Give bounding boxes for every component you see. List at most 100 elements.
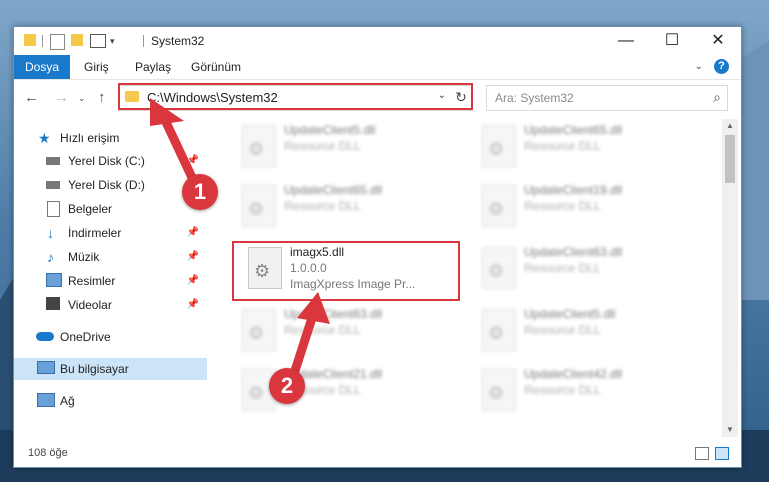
- sidebar-item-label: Belgeler: [68, 202, 113, 216]
- sidebar-item-this-pc[interactable]: Bu bilgisayar: [14, 358, 207, 380]
- sidebar-item-local-disk-d[interactable]: Yerel Disk (D:): [14, 174, 207, 196]
- file-item[interactable]: ⚙ UpdateClient63.dll Resource DLL: [470, 241, 680, 293]
- gear-icon: ⚙: [488, 139, 505, 159]
- help-button[interactable]: ?: [714, 59, 729, 74]
- gear-icon: ⚙: [248, 139, 265, 159]
- sidebar-item-local-disk-c[interactable]: Yerel Disk (C:) 📌: [14, 150, 207, 172]
- properties-icon[interactable]: [50, 34, 65, 50]
- film-icon: [46, 297, 60, 310]
- sidebar-item-label: Hızlı erişim: [60, 131, 120, 145]
- network-icon: [37, 393, 55, 407]
- file-name: UpdateClient65.dll: [524, 123, 623, 137]
- file-name: UpdateClient65.dll: [284, 183, 383, 197]
- file-name: UpdateClient42.dll: [524, 367, 623, 381]
- search-icon[interactable]: ⌕: [713, 89, 721, 106]
- pin-icon[interactable]: 📌: [187, 251, 199, 262]
- sidebar-item-label: Yerel Disk (D:): [68, 178, 145, 192]
- scroll-down-icon[interactable]: ▼: [722, 423, 738, 437]
- list-view-icon[interactable]: [90, 34, 106, 48]
- search-placeholder: Ara: System32: [495, 91, 574, 105]
- file-explorer-window: ▾ System32 — ☐ ✕ Dosya Giriş Paylaş Görü…: [13, 26, 742, 468]
- large-icons-view-icon[interactable]: [715, 447, 729, 460]
- file-item[interactable]: ⚙ UpdateClient63.dll Resource DLL: [230, 303, 440, 355]
- customize-toolbar-chevron-icon[interactable]: ▾: [110, 36, 115, 47]
- pin-icon[interactable]: 📌: [187, 227, 199, 238]
- file-item[interactable]: ⚙ UpdateClient42.dll Resource DLL: [470, 363, 680, 415]
- scroll-thumb[interactable]: [725, 135, 735, 183]
- file-item[interactable]: ⚙ UpdateClient21.dll Resource DLL: [230, 363, 440, 415]
- pin-icon[interactable]: 📌: [187, 299, 199, 310]
- sidebar-item-network[interactable]: Ağ: [14, 390, 207, 412]
- vertical-scrollbar[interactable]: ▲ ▼: [722, 119, 738, 437]
- gear-icon: ⚙: [488, 261, 505, 281]
- pictures-icon: [46, 273, 62, 287]
- address-highlight-box: [118, 83, 473, 110]
- close-button[interactable]: ✕: [695, 27, 741, 55]
- navigation-pane: ★ Hızlı erişim Yerel Disk (C:) 📌 Yerel D…: [14, 119, 207, 437]
- file-name: UpdateClient19.dll: [524, 183, 623, 197]
- gear-icon: ⚙: [248, 323, 265, 343]
- title-bar: ▾ System32 — ☐ ✕: [14, 27, 741, 55]
- star-icon: ★: [38, 130, 51, 146]
- pin-icon[interactable]: 📌: [187, 155, 199, 166]
- sidebar-item-label: Müzik: [68, 250, 100, 264]
- file-name: UpdateClient63.dll: [524, 245, 623, 259]
- new-folder-icon[interactable]: [71, 34, 83, 46]
- file-highlight-box: [232, 241, 460, 301]
- computer-icon: [37, 361, 55, 374]
- separator: [143, 35, 144, 47]
- expand-ribbon-chevron-icon[interactable]: ⌄: [695, 61, 703, 72]
- file-item[interactable]: ⚙ UpdateClient65.dll Resource DLL: [230, 179, 440, 231]
- search-input[interactable]: Ara: System32 ⌕: [486, 85, 728, 111]
- tab-share[interactable]: Paylaş: [135, 55, 171, 79]
- sidebar-item-pictures[interactable]: Resimler 📌: [14, 270, 207, 292]
- drive-icon: [46, 157, 60, 165]
- gear-icon: ⚙: [248, 383, 265, 403]
- gear-icon: ⚙: [248, 199, 265, 219]
- sidebar-item-documents[interactable]: Belgeler: [14, 198, 207, 220]
- details-view-icon[interactable]: [695, 447, 709, 460]
- sidebar-item-music[interactable]: ♪ Müzik 📌: [14, 246, 207, 268]
- file-item[interactable]: ⚙ UpdateClient5.dll Resource DLL: [230, 119, 440, 171]
- file-type: Resource DLL: [524, 323, 601, 337]
- file-type: Resource DLL: [284, 199, 361, 213]
- tab-home[interactable]: Giriş: [84, 55, 109, 79]
- drive-icon: [46, 181, 60, 189]
- sidebar-item-videos[interactable]: Videolar 📌: [14, 294, 207, 316]
- file-item[interactable]: ⚙ UpdateClient65.dll Resource DLL: [470, 119, 680, 171]
- file-name: UpdateClient5.dll: [284, 123, 376, 137]
- folder-icon: [24, 34, 36, 46]
- up-arrow-icon[interactable]: ↑: [98, 89, 106, 106]
- tab-view[interactable]: Görünüm: [191, 55, 241, 79]
- sidebar-item-label: Videolar: [68, 298, 112, 312]
- sidebar-item-quick-access[interactable]: ★ Hızlı erişim: [14, 127, 207, 149]
- sidebar-item-downloads[interactable]: ↓ İndirmeler 📌: [14, 222, 207, 244]
- scroll-up-icon[interactable]: ▲: [722, 119, 738, 133]
- sidebar-item-label: Resimler: [68, 274, 116, 288]
- status-bar: 108 öğe: [14, 441, 741, 465]
- maximize-button[interactable]: ☐: [649, 27, 695, 55]
- music-note-icon: ♪: [47, 249, 54, 265]
- gear-icon: ⚙: [488, 323, 505, 343]
- minimize-button[interactable]: —: [603, 27, 649, 55]
- step-1-badge: 1: [182, 174, 218, 210]
- separator: [42, 35, 43, 47]
- ribbon-tabs: Dosya Giriş Paylaş Görünüm ⌄ ?: [14, 55, 741, 80]
- sidebar-item-label: Ağ: [60, 394, 75, 408]
- file-type: Resource DLL: [524, 383, 601, 397]
- tab-file[interactable]: Dosya: [14, 55, 70, 79]
- file-item[interactable]: ⚙ UpdateClient5.dll Resource DLL: [470, 303, 680, 355]
- file-name: UpdateClient63.dll: [284, 307, 383, 321]
- sidebar-item-onedrive[interactable]: OneDrive: [14, 326, 207, 348]
- sidebar-item-label: İndirmeler: [68, 226, 122, 240]
- pin-icon[interactable]: 📌: [187, 275, 199, 286]
- file-type: Resource DLL: [524, 139, 601, 153]
- file-item[interactable]: ⚙ UpdateClient19.dll Resource DLL: [470, 179, 680, 231]
- recent-locations-chevron-icon[interactable]: ⌄: [78, 93, 86, 104]
- sidebar-item-label: Yerel Disk (C:): [68, 154, 145, 168]
- gear-icon: ⚙: [488, 383, 505, 403]
- back-arrow-icon[interactable]: ←: [24, 89, 39, 106]
- item-count: 108 öğe: [28, 447, 68, 459]
- file-type: Resource DLL: [524, 261, 601, 275]
- forward-arrow-icon[interactable]: →: [54, 89, 69, 106]
